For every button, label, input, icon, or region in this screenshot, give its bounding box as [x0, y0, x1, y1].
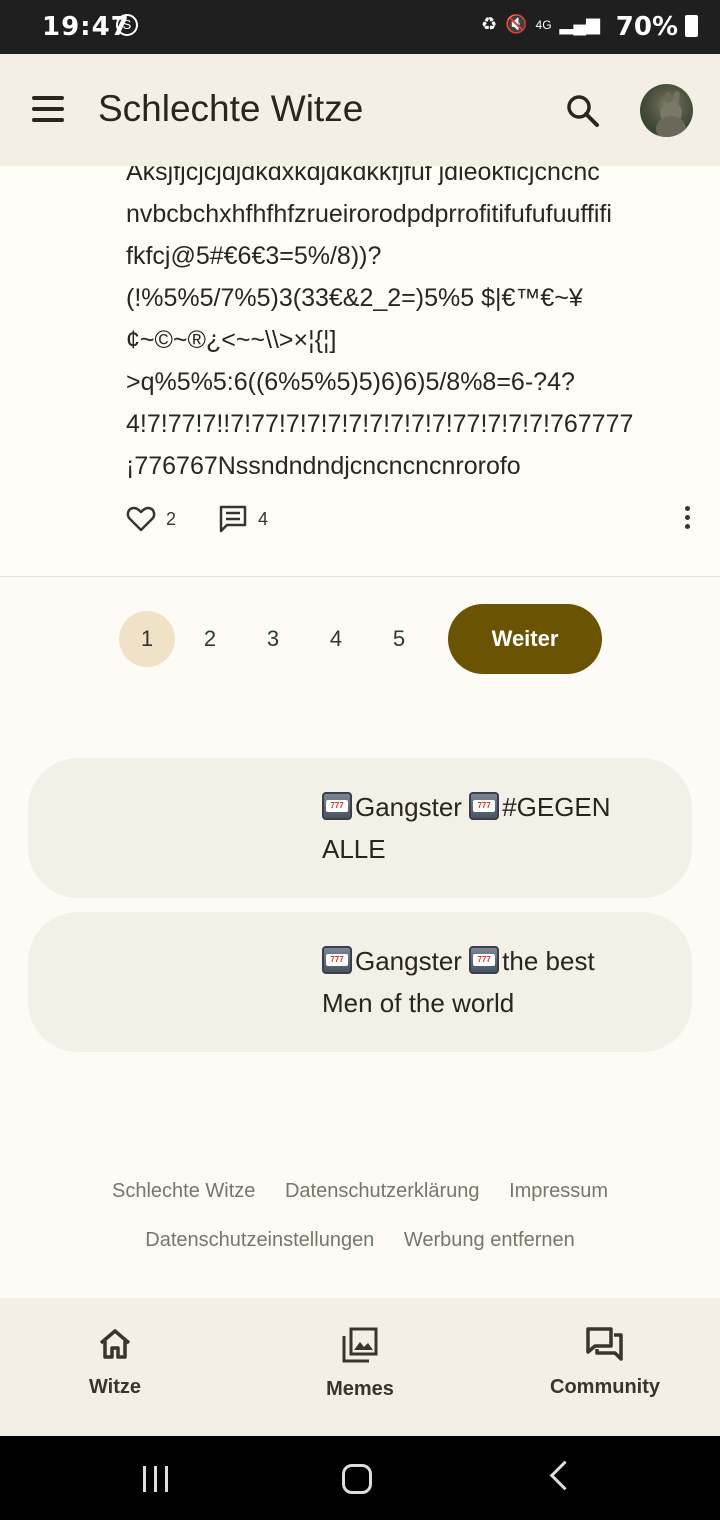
more-options-icon[interactable]: [680, 506, 694, 534]
signal-icon: ▂▄▆: [559, 14, 600, 34]
nav-item-memes[interactable]: Memes: [260, 1326, 460, 1401]
footer-link-remove-ads[interactable]: Werbung entfernen: [404, 1229, 575, 1252]
group-card-name: Gangster: [355, 792, 470, 822]
status-icons: ♻ 🔇 4G ▂▄▆: [481, 14, 600, 35]
group-card-title: Gangster #GEGEN ALLE: [322, 786, 642, 870]
status-bar: 19:47 S ♻ 🔇 4G ▂▄▆ 70%: [0, 0, 720, 54]
like-button[interactable]: 2: [126, 505, 176, 533]
nav-label: Witze: [88, 1376, 142, 1398]
slot-machine-icon: [469, 946, 500, 974]
bottom-navigation: Witze Memes Community: [0, 1298, 720, 1436]
next-page-button[interactable]: Weiter: [448, 604, 602, 674]
footer-link-privacy-settings[interactable]: Datenschutzeinstellungen: [145, 1229, 374, 1252]
battery-percent: 70%: [615, 12, 678, 42]
system-navigation-bar: [0, 1436, 720, 1520]
like-count: 2: [166, 508, 177, 529]
nav-item-community[interactable]: Community: [505, 1326, 705, 1399]
page-1-button[interactable]: 1: [119, 611, 175, 667]
heart-icon: [126, 506, 156, 532]
page-5-button[interactable]: 5: [371, 611, 427, 667]
shazam-icon: S: [116, 14, 138, 36]
search-icon[interactable]: [564, 92, 602, 130]
group-card[interactable]: Gangster #GEGEN ALLE: [28, 758, 692, 898]
comment-icon: [219, 505, 247, 533]
comment-button[interactable]: 4: [218, 504, 268, 534]
pagination: 1 2 3 4 5 Weiter: [0, 603, 720, 675]
joke-text: Aksjfjcjcjdjdkdxkdjdkdkkfjfuf jdieokficj…: [126, 166, 634, 480]
slot-machine-icon: [469, 792, 500, 820]
mute-icon: 🔇: [505, 14, 528, 34]
joke-post: Aksjfjcjcjdjdkdxkdjdkdkkfjfuf jdieokficj…: [0, 166, 720, 577]
group-card-name: Gangster: [355, 946, 470, 976]
footer-link-privacy[interactable]: Datenschutzerklärung: [285, 1180, 480, 1203]
forum-icon: [586, 1327, 623, 1361]
slot-machine-icon: [322, 946, 352, 974]
comment-count: 4: [258, 508, 269, 529]
app-bar: Schlechte Witze: [0, 54, 720, 166]
nav-item-witze[interactable]: Witze: [15, 1326, 215, 1399]
network-type: 4G: [535, 17, 552, 32]
page-4-button[interactable]: 4: [308, 611, 364, 667]
footer-link-home[interactable]: Schlechte Witze: [112, 1180, 255, 1203]
footer-link-imprint[interactable]: Impressum: [509, 1180, 608, 1203]
nav-label: Community: [550, 1376, 660, 1398]
home-icon: [99, 1329, 131, 1359]
battery-saver-icon: ♻: [480, 14, 498, 34]
menu-icon[interactable]: [32, 96, 66, 124]
recent-apps-button[interactable]: [143, 1466, 176, 1497]
battery-icon: [685, 15, 698, 37]
avatar[interactable]: [640, 84, 693, 137]
back-button[interactable]: [549, 1460, 580, 1491]
slot-machine-icon: [322, 792, 352, 820]
joke-actions: 2 4: [126, 502, 268, 536]
home-button[interactable]: [342, 1464, 372, 1494]
group-card-title: Gangster the best Men of the world: [322, 940, 642, 1024]
page-2-button[interactable]: 2: [182, 611, 238, 667]
page-title: Schlechte Witze: [98, 88, 364, 129]
page-3-button[interactable]: 3: [245, 611, 301, 667]
image-gallery-icon: [342, 1327, 378, 1363]
group-card[interactable]: Gangster the best Men of the world: [28, 912, 692, 1052]
nav-label: Memes: [326, 1378, 394, 1400]
